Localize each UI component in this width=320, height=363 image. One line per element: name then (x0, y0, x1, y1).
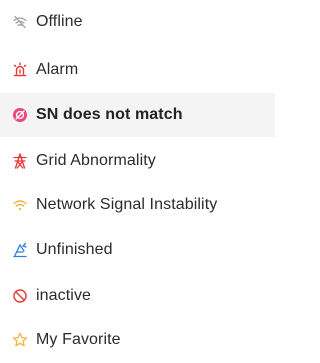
transmission-tower-icon (12, 153, 28, 169)
weak-signal-icon (12, 197, 28, 213)
menu-item-offline[interactable]: Offline (0, 0, 275, 44)
status-filter-menu: Offline Alarm SN does not match Grid Abn… (0, 0, 275, 363)
menu-item-label: My Favorite (36, 331, 121, 348)
menu-item-unfinished[interactable]: Unfinished (0, 228, 275, 272)
alarm-beacon-icon (12, 62, 28, 78)
construction-icon (12, 242, 28, 258)
menu-item-label: SN does not match (36, 106, 183, 123)
wifi-off-icon (12, 14, 28, 30)
menu-item-grid-abnormality[interactable]: Grid Abnormality (0, 139, 275, 183)
menu-item-sn-does-not-match[interactable]: SN does not match (0, 93, 275, 137)
menu-item-label: Grid Abnormality (36, 152, 156, 169)
menu-item-alarm[interactable]: Alarm (0, 48, 275, 92)
menu-item-network-signal-instability[interactable]: Network Signal Instability (0, 183, 275, 227)
menu-item-inactive[interactable]: inactive (0, 274, 275, 318)
prohibited-icon (12, 288, 28, 304)
menu-item-my-favorite[interactable]: My Favorite (0, 318, 275, 362)
no-entry-icon (12, 107, 28, 123)
menu-item-label: Offline (36, 13, 83, 30)
menu-item-label: Unfinished (36, 241, 113, 258)
menu-item-label: Alarm (36, 61, 79, 78)
star-outline-icon (12, 332, 28, 348)
menu-item-label: inactive (36, 287, 92, 304)
menu-item-label: Network Signal Instability (36, 196, 218, 213)
